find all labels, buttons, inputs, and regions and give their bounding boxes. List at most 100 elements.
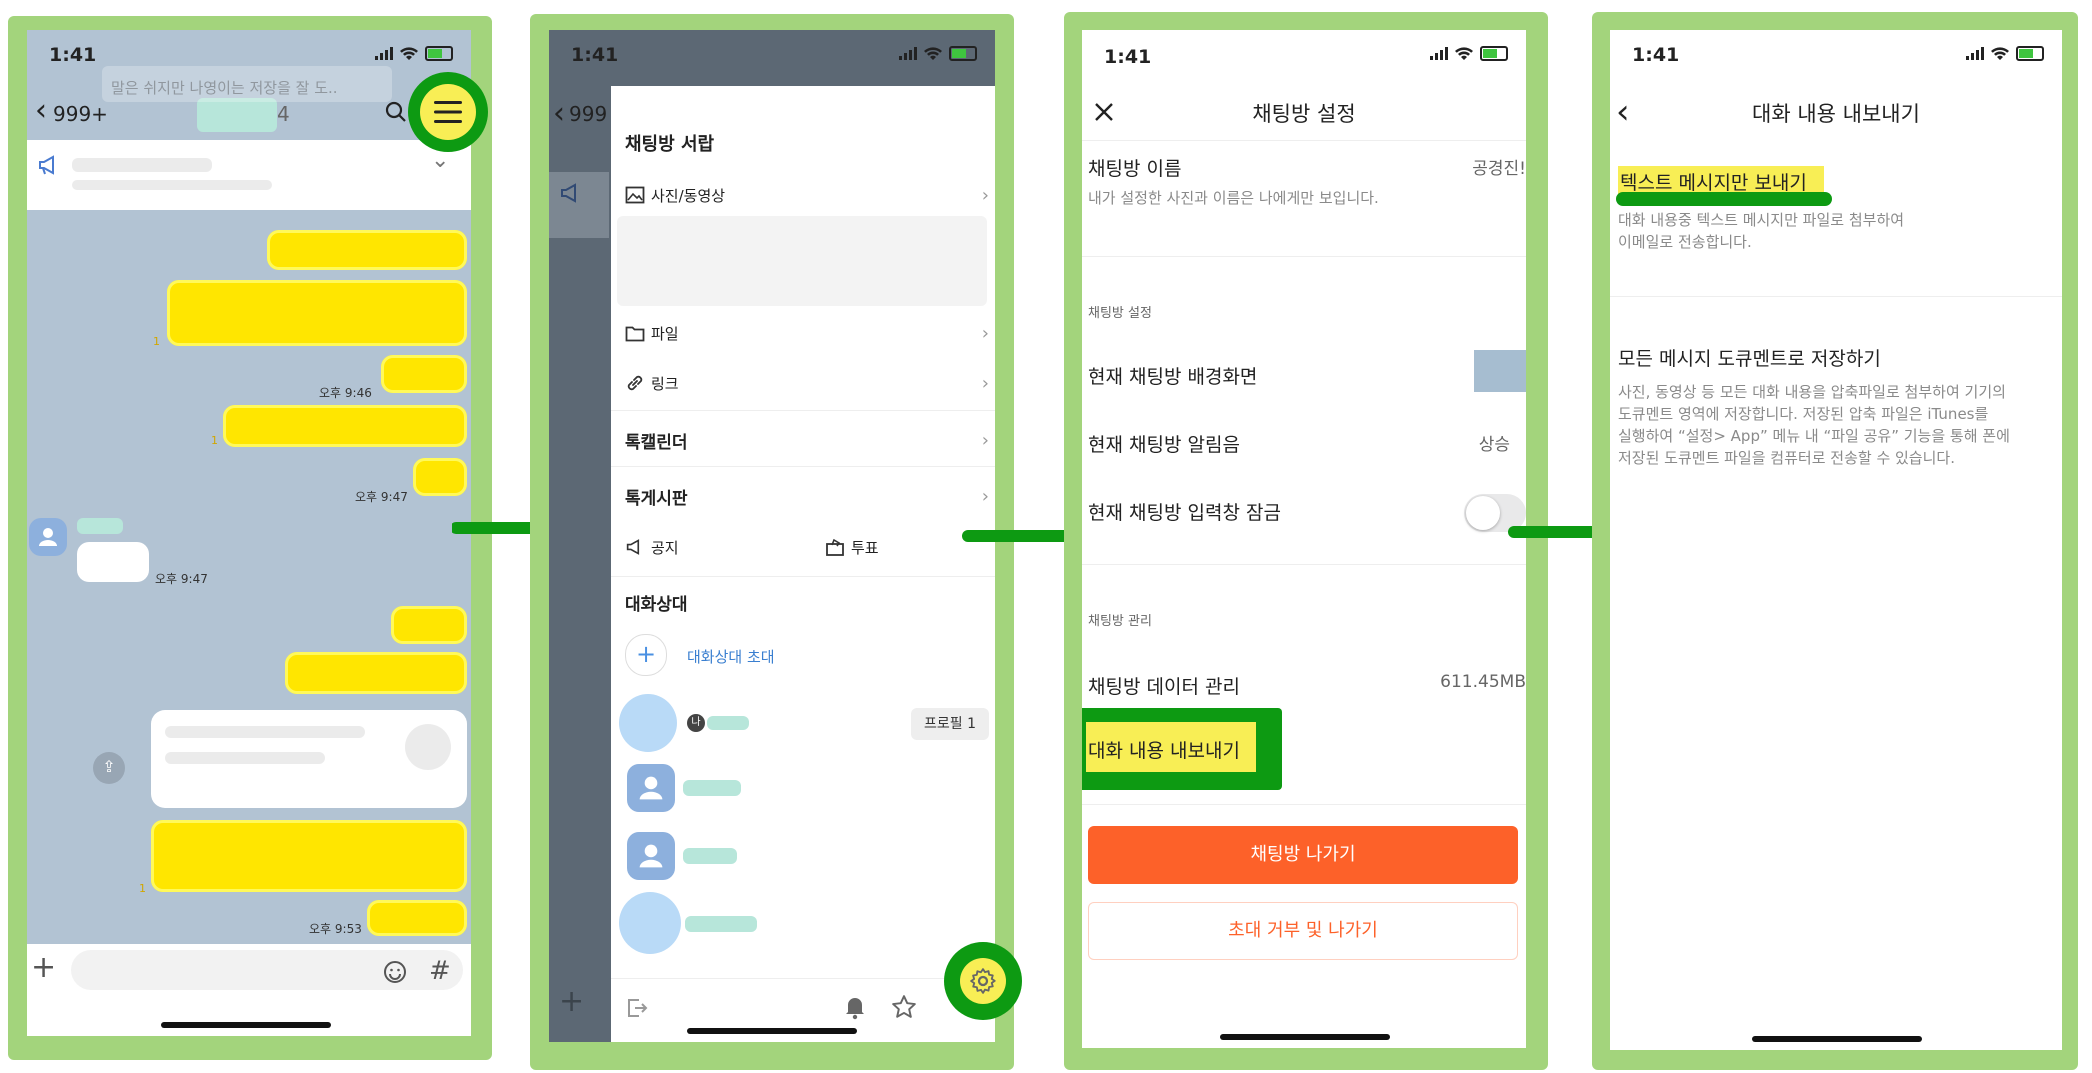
drawer-item-notice[interactable]: 공지 bbox=[611, 532, 791, 562]
export-screen: 1:41 ‹ 대화 내용 내보내기 텍스트 메시지만 보내기 대화 내용중 텍스… bbox=[1610, 30, 2062, 1050]
wifi-icon bbox=[1991, 46, 2009, 60]
background-row[interactable]: 현재 채팅방 배경화면 bbox=[1082, 350, 1526, 400]
option-desc: 실행하여 “설정> App” 메뉴 내 “파일 공유” 기능을 통해 폰에 bbox=[1618, 427, 2010, 445]
hashtag-icon[interactable]: # bbox=[429, 956, 451, 986]
drawer-item-vote[interactable]: 투표 bbox=[825, 532, 985, 562]
status-bar: 1:41 bbox=[1082, 30, 1526, 90]
block-leave-button[interactable]: 초대 거부 및 나가기 bbox=[1088, 902, 1518, 960]
plus-icon[interactable]: + bbox=[31, 950, 56, 985]
drawer-item-label: 파일 bbox=[651, 324, 679, 343]
message-bubble[interactable] bbox=[391, 606, 467, 644]
share-button[interactable]: ⇪ bbox=[93, 752, 125, 784]
drawer-item-file[interactable]: 파일 › bbox=[611, 318, 995, 348]
message-bubble[interactable] bbox=[381, 355, 467, 393]
message-bubble[interactable] bbox=[285, 652, 467, 694]
chevron-right-icon: › bbox=[981, 372, 989, 394]
back-icon[interactable]: ‹ bbox=[35, 96, 47, 126]
wifi-icon bbox=[400, 46, 418, 60]
bell-icon[interactable] bbox=[843, 994, 867, 1020]
sound-row[interactable]: 현재 채팅방 알림음 상승 bbox=[1082, 420, 1526, 470]
setting-label: 현재 채팅방 입력창 잠금 bbox=[1088, 502, 1281, 524]
member-name-redacted bbox=[683, 780, 741, 796]
member-name-redacted bbox=[707, 716, 749, 730]
unread-count[interactable]: 999+ bbox=[53, 102, 108, 126]
message-bubble[interactable] bbox=[151, 820, 467, 892]
shared-card[interactable] bbox=[151, 710, 467, 808]
divider bbox=[1082, 564, 1526, 565]
leave-button[interactable]: 채팅방 나가기 bbox=[1088, 826, 1518, 884]
read-count: 1 bbox=[153, 335, 160, 348]
section-header: 채팅방 설정 bbox=[1088, 306, 1152, 321]
status-bar: 1:41 bbox=[1610, 30, 2062, 90]
member-avatar[interactable] bbox=[619, 892, 681, 954]
card-line-redacted bbox=[165, 726, 365, 738]
exit-icon[interactable] bbox=[625, 996, 649, 1020]
status-time: 1:41 bbox=[571, 44, 619, 66]
back-icon: ‹ bbox=[553, 96, 565, 131]
drawer-screen: 1:41 ‹ 999 채팅방 서랍 사진/동영상 › 파일 › 링크 › 톡캘린… bbox=[549, 30, 995, 1042]
member-count: 4 bbox=[277, 102, 290, 126]
export-row[interactable]: 대화 내용 내보내기 bbox=[1082, 708, 1282, 790]
invite-button[interactable]: + 대화상대 초대 bbox=[625, 634, 945, 676]
unread-count: 999 bbox=[569, 102, 608, 126]
option-desc: 이메일로 전송합니다. bbox=[1618, 233, 1752, 251]
drawer-item-label: 공지 bbox=[651, 538, 679, 557]
person-icon bbox=[39, 528, 57, 546]
divider bbox=[611, 978, 995, 979]
status-time: 1:41 bbox=[1632, 44, 1680, 66]
message-bubble[interactable] bbox=[223, 405, 467, 447]
data-manage-row[interactable]: 채팅방 데이터 관리 611.45MB bbox=[1082, 662, 1526, 712]
message-bubble[interactable] bbox=[267, 230, 467, 270]
option-title: 텍스트 메시지만 보내기 bbox=[1620, 172, 1807, 194]
setting-label: 현재 채팅방 배경화면 bbox=[1088, 366, 1258, 388]
drawer-item-link[interactable]: 링크 › bbox=[611, 368, 995, 398]
drawer-item-calendar[interactable]: 톡캘린더 › bbox=[611, 420, 995, 460]
chat-title-redacted bbox=[197, 98, 277, 132]
status-time: 1:41 bbox=[49, 44, 97, 66]
export-text-option[interactable]: 텍스트 메시지만 보내기 대화 내용중 텍스트 메시지만 파일로 첨부하여 이메… bbox=[1610, 162, 2062, 282]
setting-value: 공경진! bbox=[1472, 159, 1526, 179]
divider bbox=[1082, 140, 1526, 141]
received-bubble[interactable] bbox=[77, 542, 149, 582]
chatroom-name-row[interactable]: 채팅방 이름 공경진! 내가 설정한 사진과 이름은 나에게만 보입니다. bbox=[1082, 148, 1526, 278]
setting-value: 상승 bbox=[1478, 435, 1510, 455]
notice-ghost-text: 말은 쉬지만 나영이는 저장을 잘 도.. bbox=[111, 79, 338, 97]
member-avatar[interactable] bbox=[619, 694, 677, 752]
link-icon bbox=[627, 375, 643, 391]
message-bubble[interactable] bbox=[367, 900, 467, 936]
dim-plus: + bbox=[549, 976, 611, 1042]
profile-button[interactable]: 프로필 1 bbox=[911, 708, 989, 740]
setting-desc: 내가 설정한 사진과 이름은 나에게만 보입니다. bbox=[1088, 189, 1379, 207]
divider bbox=[611, 576, 995, 577]
megaphone-icon bbox=[39, 155, 54, 175]
input-lock-row[interactable]: 현재 채팅방 입력창 잠금 bbox=[1082, 488, 1526, 538]
export-label: 대화 내용 내보내기 bbox=[1088, 740, 1240, 762]
sender-name-redacted bbox=[77, 518, 123, 534]
hamburger-icon[interactable] bbox=[432, 98, 464, 126]
ballot-box-icon bbox=[826, 538, 844, 556]
export-document-option[interactable]: 모든 메시지 도큐멘트로 저장하기 사진, 동영상 등 모든 대화 내용을 압축… bbox=[1610, 340, 2062, 520]
setting-label: 현재 채팅방 알림음 bbox=[1088, 434, 1240, 456]
chevron-right-icon: › bbox=[981, 322, 989, 344]
divider bbox=[1082, 256, 1526, 257]
member-name-redacted bbox=[683, 848, 737, 864]
card-thumb-redacted bbox=[405, 724, 451, 770]
star-icon[interactable] bbox=[891, 994, 917, 1020]
signal-icon bbox=[1430, 47, 1448, 60]
avatar[interactable] bbox=[29, 518, 67, 556]
drawer-item-media[interactable]: 사진/동영상 › bbox=[611, 180, 995, 210]
drawer-item-board[interactable]: 톡게시판 › bbox=[611, 476, 995, 516]
emoji-icon[interactable] bbox=[383, 960, 407, 984]
member-avatar[interactable] bbox=[627, 764, 675, 812]
card-line-redacted bbox=[165, 752, 325, 764]
message-bubble[interactable] bbox=[167, 280, 467, 346]
read-count: 1 bbox=[211, 434, 218, 447]
member-avatar[interactable] bbox=[627, 832, 675, 880]
option-desc: 저장된 도큐멘트 파일을 컴퓨터로 전송할 수 있습니다. bbox=[1618, 449, 1955, 467]
chevron-right-icon: › bbox=[981, 184, 989, 206]
status-time: 1:41 bbox=[1104, 46, 1152, 68]
search-icon[interactable] bbox=[384, 100, 408, 124]
notice-bar[interactable]: ⌄ bbox=[27, 140, 471, 210]
battery-icon bbox=[425, 46, 453, 61]
gear-icon[interactable] bbox=[968, 966, 998, 996]
